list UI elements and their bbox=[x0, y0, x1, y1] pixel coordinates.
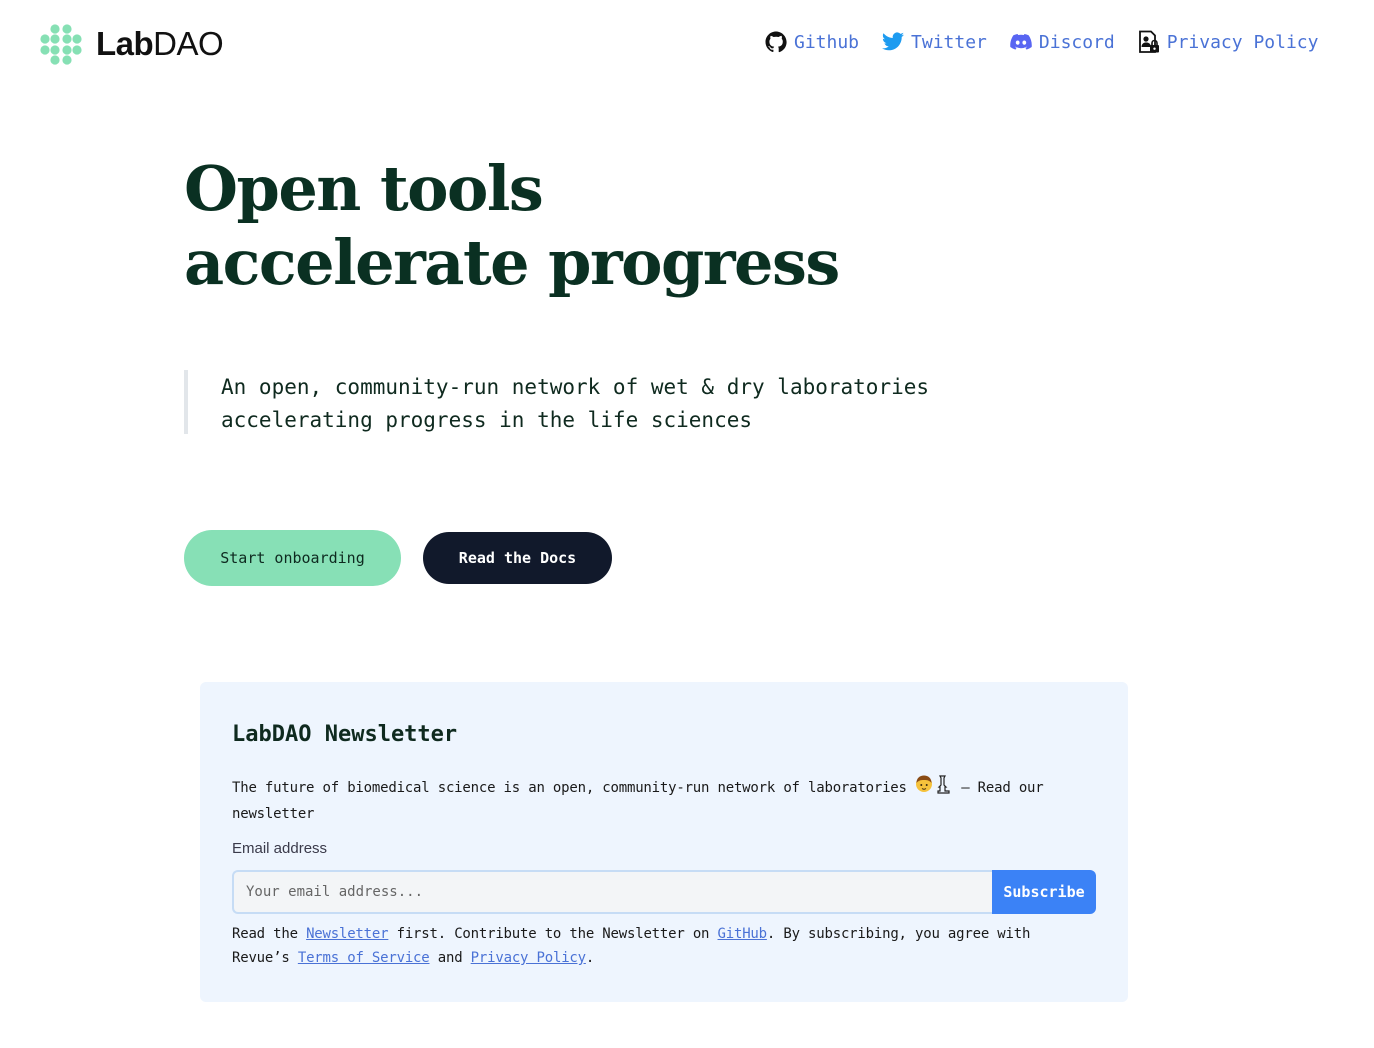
logo[interactable]: LabDAO bbox=[40, 23, 224, 65]
discord-icon bbox=[1010, 34, 1032, 50]
twitter-icon bbox=[882, 32, 905, 51]
top-nav: Github Twitter Discord Privacy Policy bbox=[764, 30, 1340, 54]
labdao-logo-icon bbox=[40, 24, 82, 65]
footer-text: first. Contribute to the Newsletter on bbox=[388, 926, 718, 942]
newsletter-footer: Read the Newsletter first. Contribute to… bbox=[232, 922, 1092, 970]
hero-title: Open tools accelerate progress bbox=[184, 152, 840, 300]
newsletter-description-text: The future of biomedical science is an o… bbox=[232, 780, 907, 796]
nav-discord-label: Discord bbox=[1038, 31, 1115, 53]
nav-discord-link[interactable]: Discord bbox=[1009, 30, 1115, 54]
privacy-policy-link[interactable]: Privacy Policy bbox=[471, 950, 586, 966]
email-label: Email address bbox=[232, 840, 328, 857]
nav-privacy-link[interactable]: Privacy Policy bbox=[1137, 30, 1319, 54]
newsletter-title: LabDAO Newsletter bbox=[232, 722, 458, 747]
footer-text: . bbox=[585, 950, 595, 966]
hero-tagline-line-2: accelerating progress in the life scienc… bbox=[221, 408, 753, 432]
logo-text: LabDAO bbox=[96, 25, 224, 63]
read-the-docs-button[interactable]: Read the Docs bbox=[423, 532, 612, 584]
newsletter-link[interactable]: Newsletter bbox=[306, 926, 388, 942]
subscribe-button[interactable]: Subscribe bbox=[992, 870, 1096, 914]
nav-github-label: Github bbox=[794, 31, 860, 53]
hero-title-line-1: Open tools bbox=[184, 152, 544, 225]
start-onboarding-button[interactable]: Start onboarding bbox=[184, 530, 401, 586]
site-header: LabDAO Github Twitter Discord Privacy Po… bbox=[0, 0, 1374, 90]
privacy-document-icon bbox=[1138, 30, 1159, 53]
github-link[interactable]: GitHub bbox=[718, 926, 768, 942]
logo-text-bold: Lab bbox=[96, 25, 154, 62]
scientist-emoji-icon bbox=[915, 774, 953, 802]
hero-tagline: An open, community-run network of wet & … bbox=[184, 370, 929, 434]
logo-text-light: DAO bbox=[153, 25, 224, 62]
newsletter-card: LabDAO Newsletter The future of biomedic… bbox=[200, 682, 1128, 1002]
nav-twitter-link[interactable]: Twitter bbox=[881, 30, 987, 54]
hero-title-line-2: accelerate progress bbox=[184, 226, 840, 299]
hero-tagline-line-1: An open, community-run network of wet & … bbox=[221, 375, 930, 399]
terms-of-service-link[interactable]: Terms of Service bbox=[298, 950, 430, 966]
github-icon bbox=[765, 31, 787, 53]
footer-text: and bbox=[429, 950, 471, 966]
footer-text: Read the bbox=[232, 926, 307, 942]
nav-github-link[interactable]: Github bbox=[764, 30, 859, 54]
nav-twitter-label: Twitter bbox=[911, 31, 987, 53]
email-input[interactable] bbox=[232, 870, 994, 914]
newsletter-description: The future of biomedical science is an o… bbox=[232, 774, 1062, 826]
nav-privacy-label: Privacy Policy bbox=[1166, 31, 1319, 53]
